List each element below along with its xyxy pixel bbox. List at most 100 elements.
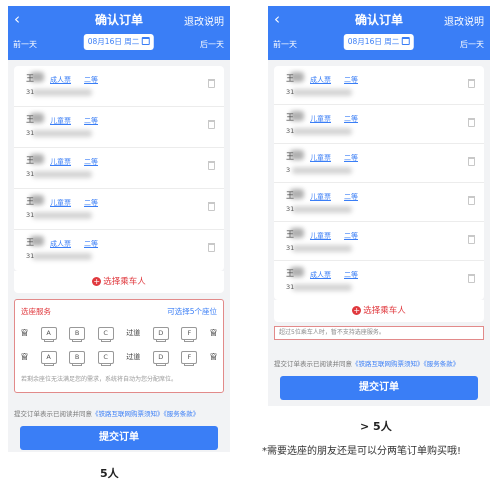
date-picker[interactable]: 08月16日 周二 bbox=[83, 34, 155, 50]
seat-class-link[interactable]: 二等 bbox=[84, 239, 98, 249]
redacted-id bbox=[32, 212, 92, 219]
redacted-id bbox=[292, 284, 352, 291]
prev-day-button[interactable]: 前一天 bbox=[273, 39, 297, 50]
trash-icon[interactable] bbox=[468, 196, 475, 205]
agreement-text: 提交订单表示已阅读并同意《铁路互联网购票须知》《服务条款》 bbox=[274, 358, 459, 368]
seat-c[interactable]: C bbox=[97, 350, 114, 366]
seat-f[interactable]: F bbox=[181, 350, 198, 366]
redacted-id bbox=[292, 128, 352, 135]
trash-icon[interactable] bbox=[208, 120, 215, 129]
seat-c[interactable]: C bbox=[97, 326, 114, 342]
agreement-text: 提交订单表示已阅读并同意《铁路互联网购票须知》《服务条款》 bbox=[14, 408, 199, 418]
terms-link[interactable]: 《服务条款》 bbox=[424, 360, 460, 368]
refund-policy-link[interactable]: 退改说明 bbox=[184, 13, 224, 28]
caption-more-than-five: > 5人 bbox=[360, 420, 392, 433]
submit-order-button[interactable]: 提交订单 bbox=[20, 426, 218, 450]
agreement-prefix: 提交订单表示已阅读并同意 bbox=[14, 410, 92, 418]
seat-class-link[interactable]: 二等 bbox=[344, 192, 358, 202]
seat-class-link[interactable]: 二等 bbox=[344, 270, 358, 280]
passenger-row[interactable]: 王31儿童票二等 bbox=[14, 189, 224, 230]
ticket-type-link[interactable]: 儿童票 bbox=[310, 114, 331, 124]
seat-a[interactable]: A bbox=[40, 326, 57, 342]
plus-icon: + bbox=[352, 306, 362, 315]
plus-icon: + bbox=[92, 277, 102, 286]
seat-d[interactable]: D bbox=[152, 350, 169, 366]
passenger-list: 王31成人票二等王31儿童票二等王3儿童票二等王31儿童票二等王31儿童票二等王… bbox=[274, 66, 484, 300]
trash-icon[interactable] bbox=[208, 243, 215, 252]
aisle-label: 过道 bbox=[126, 329, 141, 337]
next-day-button[interactable]: 后一天 bbox=[460, 39, 484, 50]
refund-policy-link[interactable]: 退改说明 bbox=[444, 13, 484, 28]
add-passenger-label: 选择乘车人 bbox=[103, 277, 146, 287]
next-day-button[interactable]: 后一天 bbox=[200, 39, 224, 50]
passenger-row[interactable]: 王31儿童票二等 bbox=[14, 148, 224, 189]
seat-b[interactable]: B bbox=[69, 326, 86, 342]
seat-a[interactable]: A bbox=[40, 350, 57, 366]
seat-class-link[interactable]: 二等 bbox=[344, 231, 358, 241]
trash-icon[interactable] bbox=[208, 79, 215, 88]
ticket-type-link[interactable]: 儿童票 bbox=[50, 198, 71, 208]
passenger-row[interactable]: 王3儿童票二等 bbox=[274, 144, 484, 183]
trash-icon[interactable] bbox=[468, 235, 475, 244]
prev-day-button[interactable]: 前一天 bbox=[13, 39, 37, 50]
seat-class-link[interactable]: 二等 bbox=[344, 153, 358, 163]
top-bar: ‹ 确认订单 退改说明 前一天 08月16日 周二 后一天 bbox=[268, 6, 490, 60]
passenger-row[interactable]: 王31儿童票二等 bbox=[274, 183, 484, 222]
trash-icon[interactable] bbox=[468, 274, 475, 283]
trash-icon[interactable] bbox=[468, 157, 475, 166]
redacted-id bbox=[32, 253, 92, 260]
redacted-name bbox=[30, 154, 44, 164]
passenger-row[interactable]: 王31成人票二等 bbox=[274, 261, 484, 300]
passenger-list: 王31成人票二等王31儿童票二等王31儿童票二等王31儿童票二等王31成人票二等 bbox=[14, 66, 224, 271]
seat-service-note: 若剩余座位无法满足您的需求，系统将自动为您分配席位。 bbox=[21, 376, 178, 383]
redacted-id bbox=[292, 206, 352, 213]
redacted-name bbox=[290, 150, 304, 160]
redacted-name bbox=[30, 195, 44, 205]
passenger-row[interactable]: 王31儿童票二等 bbox=[274, 222, 484, 261]
seat-f[interactable]: F bbox=[181, 326, 198, 342]
seat-class-link[interactable]: 二等 bbox=[84, 198, 98, 208]
submit-order-button[interactable]: 提交订单 bbox=[280, 376, 478, 400]
redacted-id bbox=[292, 245, 352, 252]
add-passenger-button[interactable]: + 选择乘车人 bbox=[274, 300, 484, 322]
add-passenger-button[interactable]: + 选择乘车人 bbox=[14, 271, 224, 293]
trash-icon[interactable] bbox=[208, 161, 215, 170]
ticket-type-link[interactable]: 儿童票 bbox=[50, 116, 71, 126]
trash-icon[interactable] bbox=[208, 202, 215, 211]
seat-class-link[interactable]: 二等 bbox=[344, 114, 358, 124]
redacted-id bbox=[32, 89, 92, 96]
passenger-row[interactable]: 王31儿童票二等 bbox=[14, 107, 224, 148]
ticket-type-link[interactable]: 成人票 bbox=[50, 239, 71, 249]
trash-icon[interactable] bbox=[468, 79, 475, 88]
passenger-row[interactable]: 王31成人票二等 bbox=[274, 66, 484, 105]
seat-class-link[interactable]: 二等 bbox=[84, 75, 98, 85]
passenger-row[interactable]: 王31成人票二等 bbox=[14, 230, 224, 271]
ticket-notice-link[interactable]: 《铁路互联网购票须知》 bbox=[352, 360, 424, 368]
calendar-icon bbox=[402, 37, 411, 45]
left-screen: ‹ 确认订单 退改说明 前一天 08月16日 周二 后一天 王31成人票二等王3… bbox=[8, 6, 230, 452]
passenger-row[interactable]: 王31儿童票二等 bbox=[274, 105, 484, 144]
ticket-type-link[interactable]: 儿童票 bbox=[310, 231, 331, 241]
top-bar: ‹ 确认订单 退改说明 前一天 08月16日 周二 后一天 bbox=[8, 6, 230, 60]
passenger-row[interactable]: 王31成人票二等 bbox=[14, 66, 224, 107]
seat-class-link[interactable]: 二等 bbox=[84, 116, 98, 126]
ticket-type-link[interactable]: 成人票 bbox=[310, 270, 331, 280]
ticket-type-link[interactable]: 儿童票 bbox=[310, 153, 331, 163]
seat-row-1: 窗 A B C 过道 D F 窗 bbox=[21, 324, 217, 342]
calendar-icon bbox=[142, 37, 151, 45]
ticket-type-link[interactable]: 儿童票 bbox=[50, 157, 71, 167]
add-passenger-label: 选择乘车人 bbox=[363, 306, 406, 316]
seat-class-link[interactable]: 二等 bbox=[84, 157, 98, 167]
seat-d[interactable]: D bbox=[152, 326, 169, 342]
trash-icon[interactable] bbox=[468, 118, 475, 127]
ticket-type-link[interactable]: 儿童票 bbox=[310, 192, 331, 202]
footnote: *需要选座的朋友还是可以分两笔订单购买哦! bbox=[262, 446, 462, 457]
seat-b[interactable]: B bbox=[69, 350, 86, 366]
ticket-type-link[interactable]: 成人票 bbox=[50, 75, 71, 85]
seat-class-link[interactable]: 二等 bbox=[344, 75, 358, 85]
ticket-notice-link[interactable]: 《铁路互联网购票须知》 bbox=[92, 410, 164, 418]
ticket-type-link[interactable]: 成人票 bbox=[310, 75, 331, 85]
terms-link[interactable]: 《服务条款》 bbox=[164, 410, 200, 418]
date-picker[interactable]: 08月16日 周二 bbox=[343, 34, 415, 50]
window-label: 窗 bbox=[209, 353, 217, 361]
